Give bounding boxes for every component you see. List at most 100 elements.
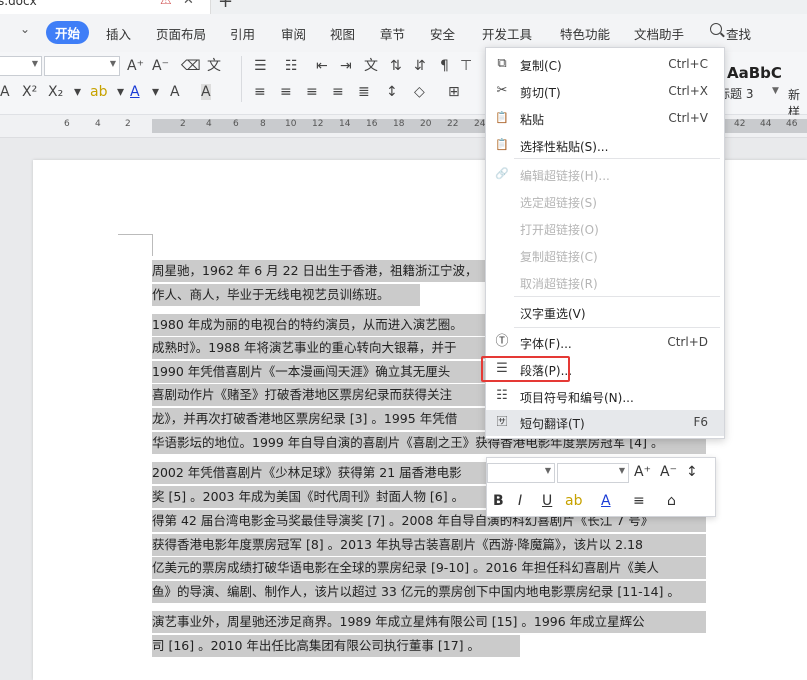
mini-font-name-select[interactable]: ▼ [487, 463, 555, 483]
show-marks-icon[interactable]: ¶ [440, 58, 449, 74]
floating-format-toolbar: ▼ ▼ A⁺ A⁻ ↕ B I U ab A ≡ ⌂ [486, 457, 716, 517]
ruler-number: 44 [760, 119, 772, 129]
text-line[interactable]: 喜剧动作片《赌圣》打破香港地区票房纪录而获得关注 [152, 384, 487, 406]
grow-font-icon[interactable]: A⁺ [634, 464, 651, 480]
tab-review[interactable]: 审阅 [281, 24, 306, 43]
italic-icon[interactable]: I [518, 493, 522, 509]
text-line[interactable]: 1990 年凭借喜剧片《一本漫画闯天涯》确立其无厘头 [152, 361, 487, 383]
new-tab-icon[interactable]: + [218, 0, 233, 12]
align-left-icon[interactable]: ≡ [254, 84, 266, 100]
align-right-icon[interactable]: ≡ [306, 84, 318, 100]
sort-icon[interactable]: ⇵ [414, 58, 426, 74]
text-line[interactable]: 司 [16] 。2010 年出任比高集团有限公司执行董事 [17] 。 [152, 635, 520, 657]
tab-references[interactable]: 引用 [230, 24, 255, 43]
document-tab[interactable]: s.docx ⚠ ✕ [0, 0, 211, 14]
superscript-icon[interactable]: X² [22, 84, 37, 100]
text-direction-icon[interactable]: ⇅ [390, 58, 402, 74]
highlight-icon[interactable]: ab [90, 84, 107, 100]
search-label[interactable]: 查找 [726, 24, 751, 43]
justify-icon[interactable]: ≡ [332, 84, 344, 100]
margin-mark [118, 234, 152, 235]
style-gallery-preview[interactable]: AaBbC [727, 64, 782, 82]
distribute-icon[interactable]: ≣ [358, 84, 370, 100]
tab-developer[interactable]: 开发工具 [482, 24, 532, 43]
dropdown-icon[interactable]: ▾ [152, 84, 159, 100]
decrease-indent-icon[interactable]: ⇤ [316, 58, 328, 74]
font-size-select[interactable]: ▼ [44, 56, 120, 76]
ruler-number: 6 [64, 119, 70, 129]
menu-item-paste-special[interactable]: 📋 选择性粘贴(S)... [486, 133, 724, 159]
text-line[interactable]: 演艺事业外，周星驰还涉足商界。1989 年成立星炜有限公司 [15] 。1996… [152, 611, 706, 633]
format-painter-icon[interactable]: ⌂ [667, 493, 676, 509]
text-line[interactable]: 获得香港电影年度票房冠军 [8] 。2013 年执导古装喜剧片《西游·降魔篇》，… [152, 534, 706, 556]
ruler-number: 4 [206, 119, 212, 129]
text-line[interactable]: 鱼》的导演、编剧、制作人，该片以超过 33 亿元的票房创下中国内地电影票房纪录 … [152, 581, 706, 603]
text-line[interactable]: 周星驰，1962 年 6 月 22 日出生于香港，祖籍浙江宁波， [152, 260, 487, 282]
menu-item-cut[interactable]: ✂ 剪切(T) Ctrl+X [486, 79, 724, 105]
ruler-number: 20 [420, 119, 432, 129]
tab-doc-assistant[interactable]: 文档助手 [634, 24, 684, 43]
close-icon[interactable]: ✕ [183, 0, 194, 8]
mini-font-size-select[interactable]: ▼ [557, 463, 629, 483]
menu-item-label: 取消超链接(R) [520, 277, 598, 291]
highlight-box [481, 356, 570, 382]
bullet-list-icon[interactable]: ☰ [254, 58, 267, 74]
chevron-down-icon[interactable]: ▼ [772, 86, 779, 96]
font-color-icon[interactable]: A [130, 84, 140, 100]
tab-page-layout[interactable]: 页面布局 [156, 24, 206, 43]
subscript-icon[interactable]: X₂ [48, 84, 63, 100]
underline-icon[interactable]: U [542, 493, 552, 509]
highlight-icon[interactable]: ab [565, 493, 582, 509]
margin-mark [152, 234, 153, 256]
chevron-down-icon[interactable]: ⌄ [20, 22, 30, 36]
phonetic-icon[interactable]: 文 [207, 58, 221, 74]
align-icon[interactable]: ≡ [633, 493, 645, 509]
text-line[interactable]: 1980 年成为丽的电视台的特约演员，从而进入演艺圈。 [152, 314, 487, 336]
tab-home[interactable]: 开始 [46, 21, 90, 44]
text-line[interactable]: 作人、商人，毕业于无线电视艺员训练班。 [152, 284, 420, 306]
tab-security[interactable]: 安全 [430, 24, 455, 43]
shrink-font-icon[interactable]: A⁻ [660, 464, 677, 480]
strikethrough-icon[interactable]: A [0, 84, 10, 100]
char-border-icon[interactable]: A [201, 84, 211, 100]
tab-view[interactable]: 视图 [330, 24, 355, 43]
search-icon[interactable] [710, 23, 722, 35]
line-spacing-icon[interactable]: ↕ [686, 464, 698, 480]
text-line[interactable]: 成熟时》。1988 年将演艺事业的重心转向大银幕，并于 [152, 337, 487, 359]
menu-item-font[interactable]: Ⓣ 字体(F)... Ctrl+D [486, 330, 724, 356]
text-line[interactable]: 奖 [5] 。2003 年成为美国《时代周刊》封面人物 [6] 。 [152, 486, 487, 508]
chinese-layout-icon[interactable]: 文 [364, 58, 378, 74]
tab-special[interactable]: 特色功能 [560, 24, 610, 43]
grow-font-icon[interactable]: A⁺ [127, 58, 144, 74]
tab-section[interactable]: 章节 [380, 24, 405, 43]
tab-stop-icon[interactable]: ⊤ [460, 58, 472, 74]
dropdown-icon[interactable]: ▾ [117, 84, 124, 100]
text-line[interactable]: 亿美元的票房成绩打破华语电影在全球的票房纪录 [9-10] 。2016 年担任科… [152, 557, 706, 579]
dropdown-icon[interactable]: ▾ [74, 84, 81, 100]
menu-item-bullets-numbering[interactable]: ☷ 项目符号和编号(N)... [486, 384, 724, 410]
clipboard-icon: 📋 [495, 111, 509, 124]
text-line[interactable]: 2002 年凭借喜剧片《少林足球》获得第 21 届香港电影 [152, 462, 487, 484]
numbered-list-icon[interactable]: ☷ [285, 58, 298, 74]
menu-item-label: 短句翻译(T) [520, 417, 585, 431]
menu-item-copy[interactable]: ⧉ 复制(C) Ctrl+C [486, 52, 724, 78]
menu-item-label: 选定超链接(S) [520, 196, 597, 210]
tab-insert[interactable]: 插入 [106, 24, 131, 43]
shading-icon[interactable]: ◇ [414, 84, 425, 100]
ruler-number: 14 [339, 119, 351, 129]
font-color-icon[interactable]: A [601, 493, 611, 509]
char-shading-icon[interactable]: A [170, 84, 180, 100]
menu-item-label: 项目符号和编号(N)... [520, 391, 634, 405]
align-center-icon[interactable]: ≡ [280, 84, 292, 100]
clear-format-icon[interactable]: ⌫ [181, 58, 201, 74]
menu-item-paste[interactable]: 📋 粘贴 Ctrl+V [486, 106, 724, 132]
increase-indent-icon[interactable]: ⇥ [340, 58, 352, 74]
line-spacing-icon[interactable]: ↕ [386, 84, 398, 100]
font-name-select[interactable]: ▼ [0, 56, 42, 76]
borders-icon[interactable]: ⊞ [448, 84, 460, 100]
menu-item-translate[interactable]: 🈂 短句翻译(T) F6 [486, 410, 724, 436]
menu-item-reconvert[interactable]: 汉字重选(V) [486, 300, 724, 326]
text-line[interactable]: 龙》，并再次打破香港地区票房纪录 [3] 。1995 年凭借 [152, 408, 487, 430]
shrink-font-icon[interactable]: A⁻ [152, 58, 169, 74]
bold-icon[interactable]: B [493, 493, 504, 509]
